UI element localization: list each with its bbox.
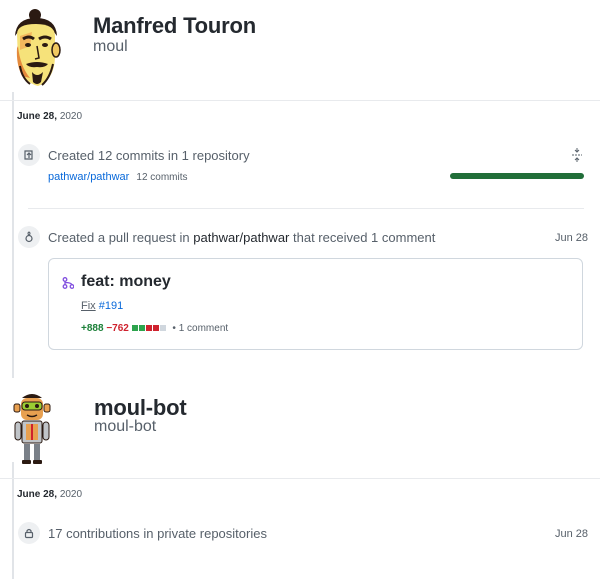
- pr-deletions: −762: [106, 323, 129, 334]
- date-month-day: June 28,: [17, 111, 58, 122]
- diffstat-square-del: [152, 325, 159, 332]
- diffstat-square-add: [138, 325, 145, 332]
- diffstat-bar: [131, 323, 170, 334]
- pr-stats: +888 −762 • 1 comment: [81, 323, 228, 334]
- date-month-day: June 28,: [17, 489, 58, 500]
- user-name[interactable]: Manfred Touron: [93, 13, 256, 39]
- pr-open-icon: [62, 276, 75, 289]
- pull-request-summary: Created a pull request in pathwar/pathwa…: [48, 230, 435, 245]
- section-divider: [0, 100, 600, 101]
- commit-repo-entry: pathwar/pathwar 12 commits: [48, 171, 188, 183]
- timeline-line: [12, 92, 14, 378]
- commits-summary[interactable]: Created 12 commits in 1 repository: [48, 148, 250, 163]
- pr-repo-link[interactable]: pathwar/pathwar: [193, 230, 289, 245]
- pr-fix-prefix: Fix: [81, 300, 96, 312]
- private-date: Jun 28: [555, 528, 589, 540]
- git-pull-request-icon: [18, 226, 40, 248]
- pr-summary-after: that received 1 comment: [289, 230, 436, 245]
- pr-date: Jun 28: [555, 232, 589, 244]
- pr-fix-line: Fix #191: [81, 300, 123, 312]
- date-year: 2020: [59, 111, 83, 122]
- section-divider: [0, 478, 600, 479]
- pull-request-card: [48, 258, 583, 350]
- diffstat-square-del: [145, 325, 152, 332]
- pr-fix-issue-link[interactable]: #191: [99, 300, 123, 312]
- diffstat-square-neutral: [159, 325, 166, 332]
- pr-bullet: •: [172, 323, 176, 334]
- date-year: 2020: [59, 489, 83, 500]
- commit-progress-fill: [450, 173, 584, 179]
- commit-progress-bar: [450, 173, 584, 179]
- private-contributions-summary: 17 contributions in private repositories: [48, 526, 267, 541]
- commit-count: 12 commits: [136, 172, 188, 183]
- pr-comment-count: 1 comment: [178, 323, 229, 334]
- pr-additions: +888: [81, 323, 104, 334]
- date-heading: June 28, 2020: [17, 489, 82, 500]
- user-login[interactable]: moul-bot: [94, 418, 156, 436]
- collapse-icon[interactable]: [570, 147, 584, 163]
- lock-icon: [18, 522, 40, 544]
- avatar-manfred[interactable]: [8, 6, 66, 90]
- user-login[interactable]: moul: [93, 38, 128, 56]
- timeline-line: [12, 462, 14, 579]
- commit-repo-link[interactable]: pathwar/pathwar: [48, 171, 129, 183]
- row-divider: [28, 208, 584, 209]
- date-heading: June 28, 2020: [17, 111, 82, 122]
- diffstat-square-add: [131, 325, 138, 332]
- avatar-moul-bot[interactable]: [10, 388, 54, 466]
- pr-summary-before: Created a pull request in: [48, 230, 194, 245]
- repo-push-icon: [18, 144, 40, 166]
- pr-title[interactable]: feat: money: [81, 273, 171, 291]
